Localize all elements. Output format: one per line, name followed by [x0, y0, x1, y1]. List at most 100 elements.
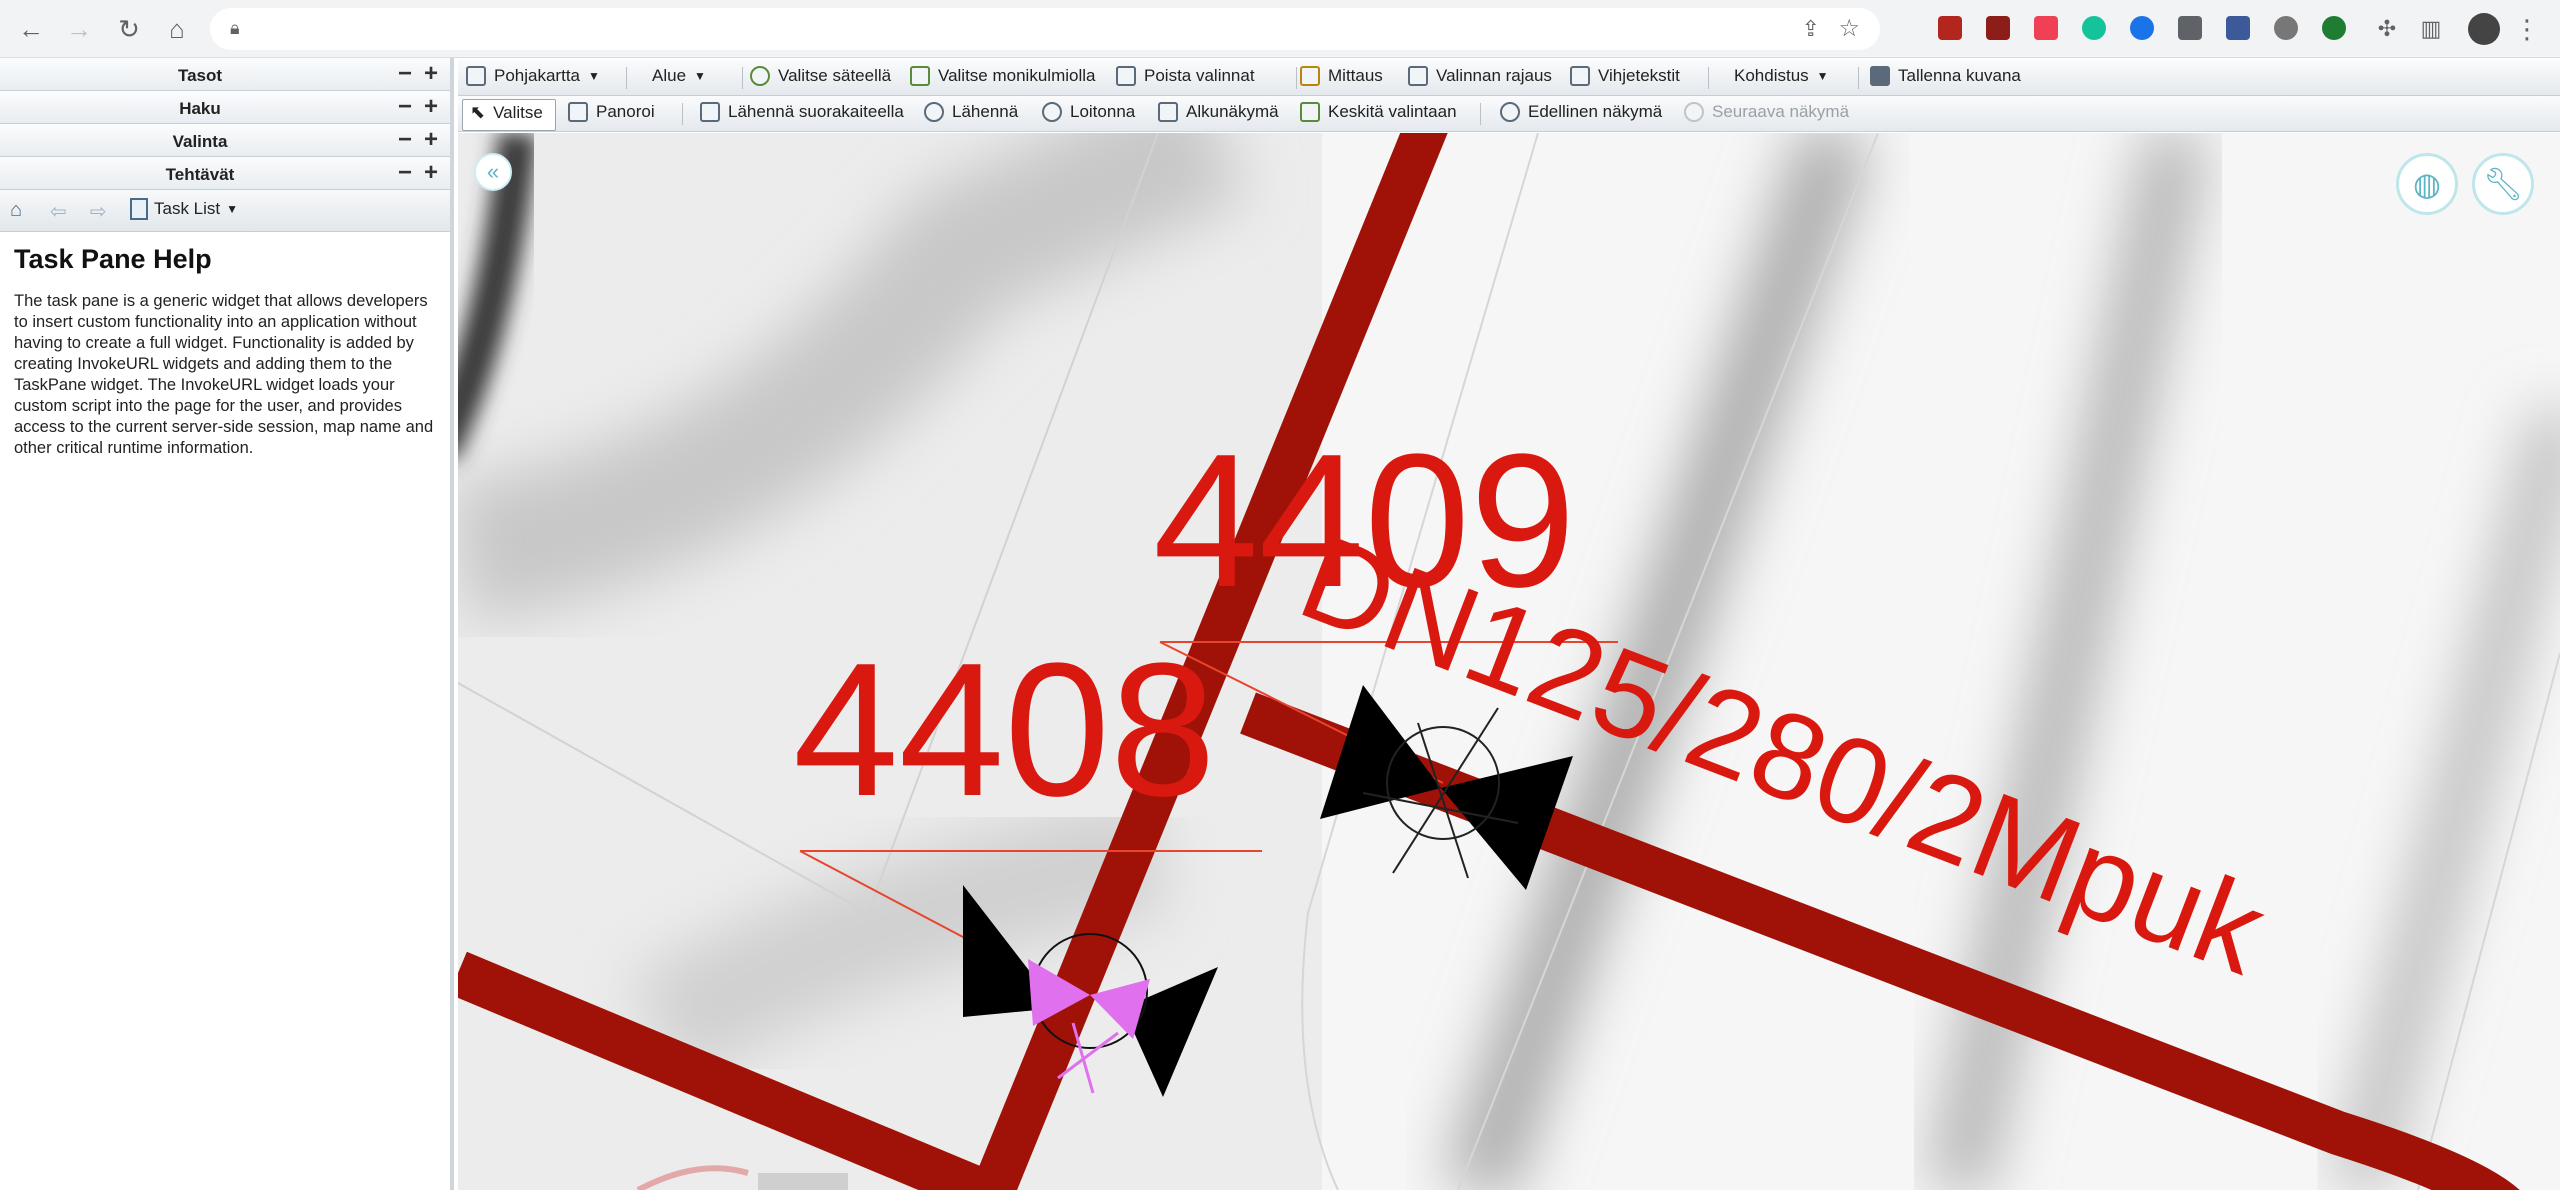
share-icon[interactable]: ⇪ [1802, 16, 1820, 42]
alkunakyma-label: Alkunäkymä [1186, 102, 1279, 121]
keskita-valintaan-label: Keskitä valintaan [1328, 102, 1457, 121]
valitse-sateella-label: Valitse säteellä [778, 66, 892, 85]
expand-button[interactable]: + [424, 126, 438, 154]
extension-icon[interactable] [2274, 16, 2298, 40]
lock-icon: 🔒︎ [230, 18, 240, 38]
poista-valinnat-label: Poista valinnat [1144, 66, 1255, 85]
valitse-monikulmiolla-button[interactable]: Valitse monikulmiolla [910, 66, 1095, 86]
pohjakartta-menu[interactable]: Pohjakartta ▼ [466, 66, 600, 86]
bookmark-star-icon[interactable]: ☆ [1838, 14, 1860, 43]
alkunakyma-button[interactable]: Alkunäkymä [1158, 102, 1279, 122]
lahenna-label: Lähennä [952, 102, 1019, 121]
expand-button[interactable]: + [424, 93, 438, 121]
collapse-panel-button[interactable]: « [474, 153, 512, 191]
mittaus-label: Mittaus [1328, 66, 1383, 85]
zoom-rect-icon [700, 102, 720, 122]
globe-icon[interactable]: ◍ [2396, 153, 2458, 215]
panoroi-button[interactable]: Panoroi [568, 102, 655, 122]
tallenna-kuvana-label: Tallenna kuvana [1898, 66, 2021, 85]
collapse-button[interactable]: − [398, 60, 412, 88]
filter-icon [1408, 66, 1428, 86]
divider [1708, 67, 1709, 89]
extension-icon[interactable] [2130, 16, 2154, 40]
collapse-button[interactable]: − [398, 126, 412, 154]
avatar[interactable] [2468, 13, 2500, 45]
previous-view-icon [1500, 102, 1520, 122]
initial-view-icon [1158, 102, 1178, 122]
clear-selection-icon [1116, 66, 1136, 86]
side-panel-icon[interactable]: ▥ [2412, 10, 2450, 48]
edellinen-nakyma-label: Edellinen näkymä [1528, 102, 1663, 121]
divider [1296, 67, 1297, 89]
valitse-sateella-button[interactable]: Valitse säteellä [750, 66, 891, 86]
help-title: Task Pane Help [14, 244, 212, 274]
pohjakartta-label: Pohjakartta [494, 66, 580, 85]
extension-icon[interactable] [2322, 16, 2346, 40]
seuraava-nakyma-button[interactable]: Seuraava näkymä [1684, 102, 1849, 122]
zoom-in-icon [924, 102, 944, 122]
chevron-down-icon: ▼ [1816, 69, 1829, 83]
divider [626, 67, 627, 89]
browser-toolbar: ← → ↻ ⌂ 🔒︎ ⇪ ☆ ✣ ▥ ⋮ [0, 0, 2560, 58]
extension-icon[interactable] [2178, 16, 2202, 40]
seuraava-nakyma-label: Seuraava näkymä [1712, 102, 1850, 121]
divider [742, 67, 743, 89]
collapse-button[interactable]: − [398, 159, 412, 187]
divider [1480, 103, 1481, 125]
keskita-valintaan-button[interactable]: Keskitä valintaan [1300, 102, 1457, 122]
home-icon[interactable]: ⌂ [158, 10, 196, 48]
select-polygon-icon [910, 66, 930, 86]
valitse-label: Valitse [493, 102, 543, 122]
collapse-button[interactable]: − [398, 93, 412, 121]
valitse-monikulmiolla-label: Valitse monikulmiolla [938, 66, 1096, 85]
wrench-icon[interactable]: 🔧︎ [2472, 153, 2534, 215]
pan-icon [568, 102, 588, 122]
basemap-icon [466, 66, 486, 86]
extension-icon[interactable] [1986, 16, 2010, 40]
section-haku[interactable]: Haku − + [0, 91, 450, 124]
loitonna-button[interactable]: Loitonna [1042, 102, 1135, 122]
node-label-4408: 4408 [793, 624, 1216, 836]
back-arrow-icon[interactable]: ← [12, 10, 50, 48]
task-home-icon[interactable]: ⌂ [10, 199, 22, 222]
save-icon [1870, 66, 1890, 86]
vihjetekstit-button[interactable]: Vihjetekstit [1570, 66, 1680, 86]
chevron-down-icon: ▼ [694, 69, 706, 83]
poista-valinnat-button[interactable]: Poista valinnat [1116, 66, 1255, 86]
section-tasot[interactable]: Tasot − + [0, 58, 450, 91]
valinnan-rajaus-button[interactable]: Valinnan rajaus [1408, 66, 1552, 86]
mittaus-button[interactable]: Mittaus [1300, 66, 1383, 86]
valitse-button[interactable]: ⬉ Valitse [470, 102, 543, 123]
forward-arrow-icon[interactable]: → [60, 10, 98, 48]
pocket-icon[interactable] [2034, 16, 2058, 40]
zoom-out-icon [1042, 102, 1062, 122]
section-valinta[interactable]: Valinta − + [0, 124, 450, 157]
lahenna-suorakaiteella-button[interactable]: Lähennä suorakaiteella [700, 102, 904, 122]
expand-button[interactable]: + [424, 60, 438, 88]
alue-menu[interactable]: Alue ▼ [652, 66, 706, 86]
section-title: Tehtävät [165, 165, 235, 184]
lahenna-button[interactable]: Lähennä [924, 102, 1018, 122]
tooltip-icon [1570, 66, 1590, 86]
map-drawing: 4408 4409 DN125/280/2Mpuk [458, 133, 2560, 1190]
center-selection-icon [1300, 102, 1320, 122]
map-canvas[interactable]: 4408 4409 DN125/280/2Mpuk « ◍ 🔧︎ [458, 133, 2560, 1190]
reload-icon[interactable]: ↻ [110, 10, 148, 48]
grammarly-icon[interactable] [2082, 16, 2106, 40]
task-back-icon[interactable]: ⇦ [50, 199, 67, 224]
extension-icon[interactable] [1938, 16, 1962, 40]
task-forward-icon[interactable]: ⇨ [90, 199, 107, 224]
section-tehtavat[interactable]: Tehtävät − + [0, 157, 450, 190]
tallenna-kuvana-button[interactable]: Tallenna kuvana [1870, 66, 2021, 86]
kohdistus-label: Kohdistus [1734, 66, 1809, 85]
puzzle-icon[interactable]: ✣ [2368, 10, 2406, 48]
lahenna-suorakaiteella-label: Lähennä suorakaiteella [728, 102, 904, 121]
expand-button[interactable]: + [424, 159, 438, 187]
kohdistus-menu[interactable]: Kohdistus ▼ [1734, 66, 1829, 86]
extension-icon[interactable] [2226, 16, 2250, 40]
menu-dots-icon[interactable]: ⋮ [2508, 10, 2546, 48]
address-bar[interactable]: 🔒︎ ⇪ ☆ [210, 8, 1880, 50]
section-title: Haku [179, 99, 221, 118]
edellinen-nakyma-button[interactable]: Edellinen näkymä [1500, 102, 1662, 122]
task-list-dropdown[interactable]: Task List ▼ [130, 198, 238, 220]
